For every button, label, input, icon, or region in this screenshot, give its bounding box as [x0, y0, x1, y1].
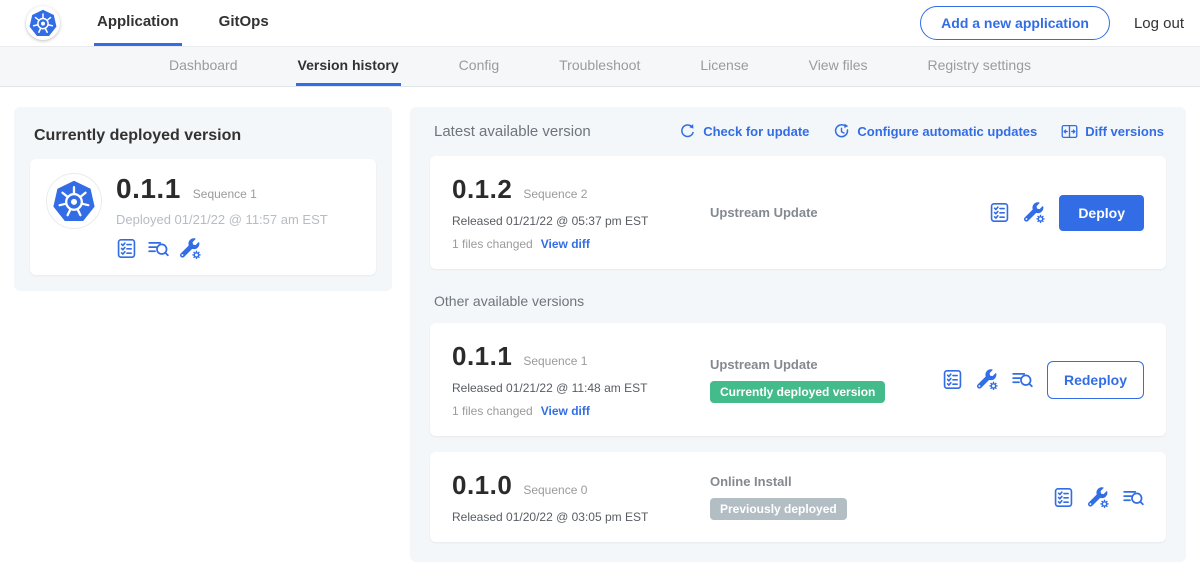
version-card-0-1-2: 0.1.2 Sequence 2 Released 01/21/22 @ 05:…: [430, 156, 1166, 269]
deployed-version-card: 0.1.1 Sequence 1 Deployed 01/21/22 @ 11:…: [30, 159, 376, 275]
currently-deployed-panel: Currently deployed version 0.1.1 Sequenc…: [14, 107, 392, 291]
released-timestamp: Released 01/21/22 @ 11:48 am EST: [452, 381, 710, 395]
tab-config[interactable]: Config: [457, 47, 501, 86]
config-icon[interactable]: [977, 369, 998, 390]
tab-dashboard[interactable]: Dashboard: [167, 47, 240, 86]
version-number: 0.1.2: [452, 174, 512, 205]
top-nav: Application GitOps Add a new application…: [0, 0, 1200, 46]
config-icon[interactable]: [1088, 487, 1109, 508]
deployed-version-number: 0.1.1: [116, 173, 181, 205]
tab-troubleshoot[interactable]: Troubleshoot: [557, 47, 642, 86]
release-notes-icon[interactable]: [989, 202, 1010, 223]
config-icon[interactable]: [180, 238, 201, 259]
previously-deployed-badge: Previously deployed: [710, 498, 847, 520]
tab-license[interactable]: License: [698, 47, 750, 86]
deploy-logs-icon[interactable]: [1123, 487, 1144, 508]
currently-deployed-badge: Currently deployed version: [710, 381, 885, 403]
deployed-timestamp: Deployed 01/21/22 @ 11:57 am EST: [116, 212, 328, 227]
release-notes-icon[interactable]: [1053, 487, 1074, 508]
version-number: 0.1.1: [452, 341, 512, 372]
release-notes-icon[interactable]: [942, 369, 963, 390]
tab-view-files[interactable]: View files: [807, 47, 870, 86]
diff-versions-label: Diff versions: [1085, 124, 1164, 139]
diff-icon: [1061, 123, 1078, 140]
available-versions-panel: Latest available version Check for updat…: [410, 107, 1186, 562]
files-changed-label: 1 files changed: [452, 404, 533, 418]
view-diff-link[interactable]: View diff: [541, 404, 590, 418]
version-source-label: Upstream Update: [710, 205, 977, 220]
deploy-logs-icon[interactable]: [1012, 369, 1033, 390]
version-source-label: Online Install: [710, 474, 1041, 489]
deploy-logs-icon[interactable]: [148, 238, 169, 259]
kubernetes-logo: [26, 6, 60, 40]
files-changed-label: 1 files changed: [452, 237, 533, 251]
latest-available-title: Latest available version: [434, 123, 591, 140]
version-number: 0.1.0: [452, 470, 512, 501]
redeploy-button[interactable]: Redeploy: [1047, 361, 1144, 399]
configure-automatic-updates-label: Configure automatic updates: [857, 124, 1037, 139]
released-timestamp: Released 01/20/22 @ 03:05 pm EST: [452, 510, 710, 524]
check-for-update-link[interactable]: Check for update: [679, 123, 809, 140]
version-card-0-1-1: 0.1.1 Sequence 1 Released 01/21/22 @ 11:…: [430, 323, 1166, 436]
app-tabs: Application GitOps: [94, 0, 272, 46]
view-diff-link[interactable]: View diff: [541, 237, 590, 251]
app-subnav: Dashboard Version history Config Trouble…: [0, 46, 1200, 87]
tab-gitops[interactable]: GitOps: [216, 0, 272, 46]
tab-registry-settings[interactable]: Registry settings: [926, 47, 1033, 86]
configure-automatic-updates-link[interactable]: Configure automatic updates: [833, 123, 1037, 140]
sequence-label: Sequence 1: [523, 354, 587, 368]
deployed-sequence-label: Sequence 1: [193, 187, 257, 201]
deployed-panel-title: Currently deployed version: [34, 127, 376, 145]
app-icon: [46, 173, 102, 229]
other-versions-title: Other available versions: [434, 293, 1164, 309]
released-timestamp: Released 01/21/22 @ 05:37 pm EST: [452, 214, 710, 228]
diff-versions-link[interactable]: Diff versions: [1061, 123, 1164, 140]
refresh-icon: [679, 123, 696, 140]
logout-link[interactable]: Log out: [1134, 15, 1184, 32]
release-notes-icon[interactable]: [116, 238, 137, 259]
sequence-label: Sequence 0: [523, 483, 587, 497]
schedule-icon: [833, 123, 850, 140]
version-card-0-1-0: 0.1.0 Sequence 0 Released 01/20/22 @ 03:…: [430, 452, 1166, 542]
version-source-label: Upstream Update: [710, 357, 930, 372]
config-icon[interactable]: [1024, 202, 1045, 223]
tab-version-history[interactable]: Version history: [296, 47, 401, 86]
sequence-label: Sequence 2: [523, 187, 587, 201]
deploy-button[interactable]: Deploy: [1059, 195, 1144, 231]
add-application-button[interactable]: Add a new application: [920, 6, 1110, 40]
tab-application[interactable]: Application: [94, 0, 182, 46]
check-for-update-label: Check for update: [703, 124, 809, 139]
